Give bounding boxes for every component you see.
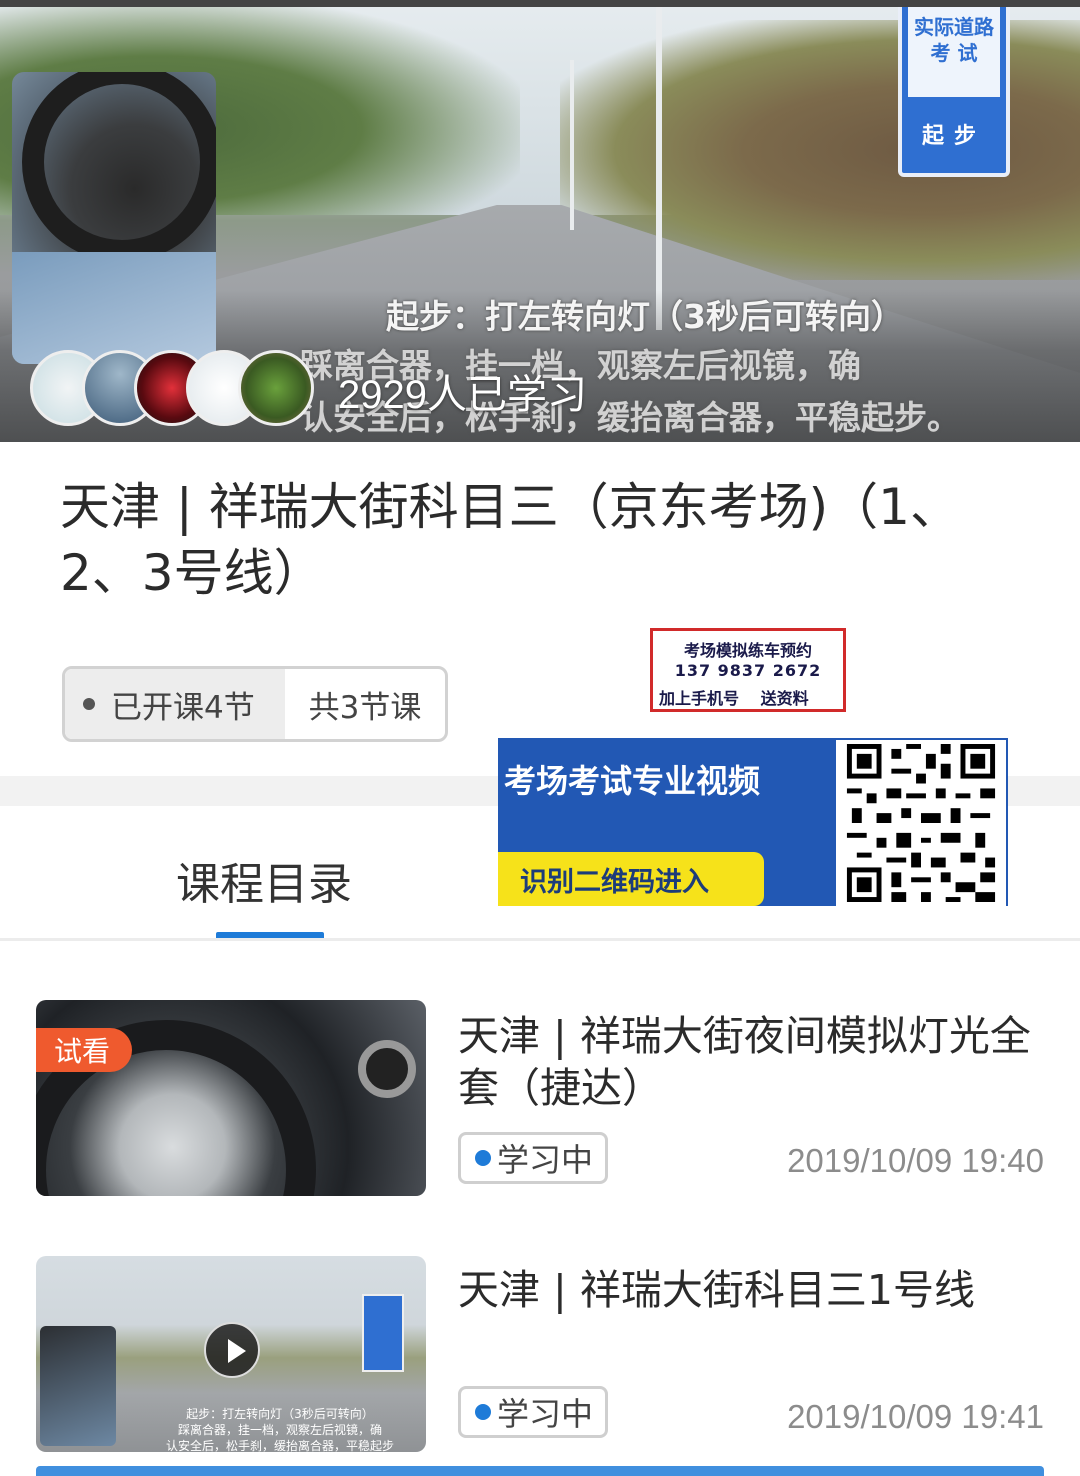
promo-line-1: 考场模拟练车预约 (683, 641, 812, 660)
street-lamp (570, 60, 574, 230)
tab-divider (0, 938, 1080, 941)
total-lessons-label: 共3节课 (308, 689, 422, 726)
status-dot-icon (475, 1404, 491, 1420)
air-vent-graphic (358, 1040, 416, 1098)
promo-phone: 137 9837 2672 (674, 661, 822, 680)
status-bar (0, 0, 1080, 7)
play-icon[interactable] (204, 1322, 260, 1378)
status-badge: 学习中 (458, 1386, 608, 1438)
status-badge: 学习中 (458, 1132, 608, 1184)
thumbnail-caption: 起步：打左转向灯（3秒后可转向） 踩离合器，挂一档，观察左后视镜，确 认安全后，… (165, 1407, 394, 1453)
qr-code[interactable] (836, 740, 1006, 906)
video-caption-main: 起步：打左转向灯（3秒后可转向） (386, 297, 904, 336)
scan-qr-button[interactable]: 识别二维码进入 (498, 852, 764, 906)
promo-reservation-box: 考场模拟练车预约 137 9837 2672 加上手机号 送资料 (650, 628, 846, 712)
bullet-icon (83, 698, 95, 710)
road-sign-graphic (362, 1294, 404, 1372)
avatar (238, 350, 314, 426)
tab-course-catalog[interactable]: 课程目录 (176, 848, 352, 912)
learner-avatars[interactable] (30, 350, 330, 430)
street-pole (656, 0, 662, 330)
banner-title: 考场考试专业视频 (504, 762, 761, 800)
status-label: 学习中 (497, 1395, 594, 1433)
steering-wheel-graphic (22, 72, 216, 262)
lesson-title[interactable]: 天津 | 祥瑞大街夜间模拟灯光全套（捷达） (458, 1010, 1048, 1114)
lesson-title[interactable]: 天津 | 祥瑞大街科目三1号线 (458, 1264, 1048, 1316)
lesson-timestamp: 2019/10/09 19:40 (787, 1142, 1044, 1179)
opened-lessons: 已开课4节 (65, 669, 285, 739)
road-test-sign-step: 起步 (921, 124, 986, 149)
lesson-timestamp: 2019/10/09 19:41 (787, 1398, 1044, 1435)
promo-line-3: 加上手机号 送资料 (659, 689, 809, 708)
bottom-accent-bar (36, 1466, 1044, 1476)
driver-inset-graphic (40, 1326, 116, 1446)
status-label: 学习中 (497, 1141, 594, 1179)
lesson-count-pill: 已开课4节 共3节课 (62, 666, 448, 742)
qr-code-icon (846, 744, 996, 902)
trial-badge: 试看 (36, 1028, 132, 1072)
course-title: 天津 | 祥瑞大街科目三（京东考场)（1、2、3号线） (60, 478, 960, 602)
opened-lessons-label: 已开课4节 (111, 689, 255, 726)
learned-count: 2929人已学习 (338, 373, 587, 417)
status-dot-icon (475, 1150, 491, 1166)
road-test-sign-title: 实际道路 考 试 (914, 15, 994, 65)
